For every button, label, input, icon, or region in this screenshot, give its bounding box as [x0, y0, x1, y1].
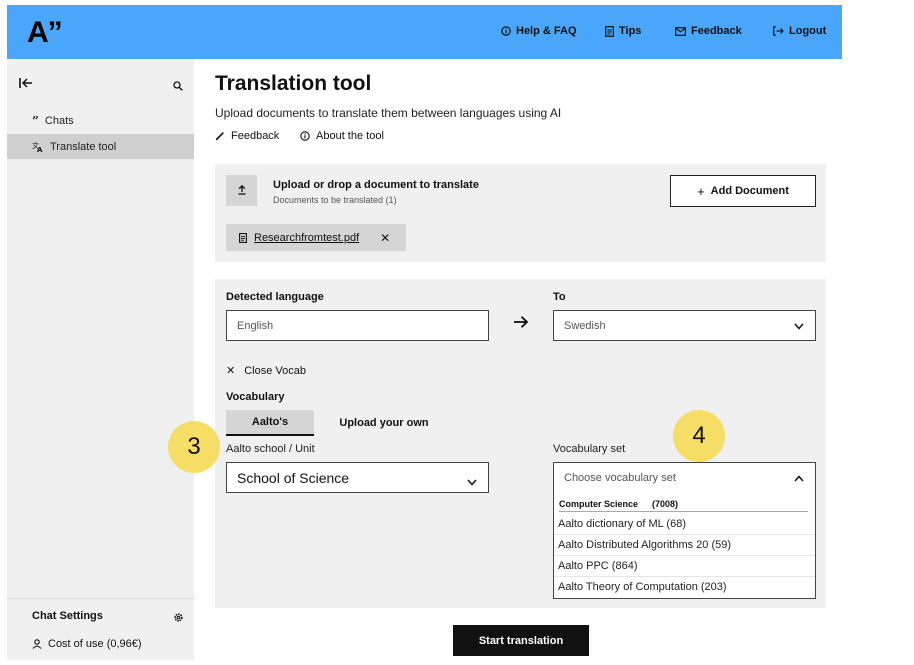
quote-icon: ” [32, 113, 39, 128]
close-vocab-button[interactable]: ✕ Close Vocab [226, 364, 306, 378]
dropdown-option[interactable]: Aalto Theory of Computation (203) [554, 576, 815, 597]
translate-icon: 文A [32, 141, 44, 152]
dropdown-group-header: Computer Science (7008) [559, 496, 808, 512]
close-icon: ✕ [226, 365, 236, 377]
vocabulary-label: Vocabulary [226, 391, 285, 403]
feedback-tool-link[interactable]: Feedback [215, 130, 279, 142]
school-unit-select[interactable]: School of Science [226, 462, 489, 493]
about-tool-label: About the tool [316, 130, 384, 142]
feedback-link[interactable]: Feedback [675, 25, 742, 37]
dropdown-option[interactable]: Aalto Distributed Algorithms 20 (59) [554, 534, 815, 555]
tips-label: Tips [619, 25, 642, 37]
sidebar-item-translate-tool[interactable]: 文A Translate tool [7, 134, 194, 159]
svg-text:A: A [37, 146, 43, 152]
translation-panel: Detected language English To Swedish ✕ C… [215, 279, 826, 608]
vocabulary-set-select[interactable]: Choose vocabulary set [553, 462, 816, 493]
file-name-link[interactable]: Researchfromtest.pdf [254, 232, 359, 244]
sidebar: ” Chats 文A Translate tool Chat Settings … [7, 59, 194, 660]
search-icon[interactable] [173, 78, 183, 96]
chat-settings-label: Chat Settings [32, 610, 103, 622]
tab-aalto-vocab[interactable]: Aalto's [226, 410, 314, 436]
upload-icon-box[interactable] [226, 175, 257, 206]
close-vocab-label: Close Vocab [244, 364, 306, 377]
help-faq-label: Help & FAQ [516, 25, 577, 37]
logout-label: Logout [789, 25, 827, 37]
mail-icon [675, 26, 686, 36]
annotation-badge-3: 3 [168, 421, 220, 473]
annotation-badge-4: 4 [673, 410, 725, 462]
vocabulary-dropdown-list: Computer Science (7008) Aalto dictionary… [553, 493, 816, 599]
to-language-select[interactable]: Swedish [553, 310, 816, 341]
tips-link[interactable]: Tips [605, 25, 641, 37]
detected-language-field[interactable]: English [226, 310, 489, 341]
user-icon [32, 639, 42, 649]
info-icon [300, 131, 310, 141]
sidebar-item-chats[interactable]: ” Chats [7, 108, 194, 133]
feedback-tool-label: Feedback [231, 130, 280, 142]
add-document-button[interactable]: + Add Document [670, 175, 816, 207]
start-translation-button[interactable]: Start translation [453, 625, 589, 656]
remove-file-icon[interactable]: ✕ [380, 231, 390, 245]
to-language-label: To [553, 291, 566, 303]
file-chip: Researchfromtest.pdf ✕ [226, 224, 406, 251]
logout-icon [773, 26, 784, 36]
school-unit-label: Aalto school / Unit [226, 443, 315, 455]
about-tool-link[interactable]: About the tool [300, 130, 384, 142]
page-subtitle: Upload documents to translate them betwe… [215, 106, 562, 120]
page-title: Translation tool [215, 72, 372, 95]
sidebar-divider [7, 598, 194, 599]
add-document-label: Add Document [710, 185, 789, 197]
vocabulary-set-placeholder: Choose vocabulary set [564, 472, 676, 484]
collapse-sidebar-icon[interactable] [19, 76, 33, 94]
sidebar-item-label: Translate tool [50, 140, 117, 153]
upload-subtitle: Documents to be translated (1) [273, 195, 397, 205]
group-name: Computer Science [559, 498, 639, 509]
logout-link[interactable]: Logout [773, 25, 826, 37]
help-faq-link[interactable]: Help & FAQ [501, 25, 577, 37]
aalto-logo[interactable]: A” [27, 16, 63, 50]
plus-icon: + [697, 183, 705, 199]
document-icon [239, 232, 247, 243]
dropdown-option[interactable]: Aalto PPC (864) [554, 555, 815, 576]
to-language-value: Swedish [564, 319, 606, 332]
info-icon [501, 26, 511, 36]
school-unit-value: School of Science [237, 469, 350, 486]
detected-language-label: Detected language [226, 291, 324, 303]
arrow-right-icon [513, 315, 529, 334]
feedback-label: Feedback [691, 25, 742, 37]
cost-label: Cost of use (0,96€) [48, 638, 142, 650]
cost-of-use: Cost of use (0,96€) [32, 638, 142, 650]
top-bar: A” Help & FAQ Tips Feedback Logout [7, 5, 842, 59]
upload-panel: Upload or drop a document to translate D… [215, 164, 826, 262]
upload-icon [237, 182, 247, 200]
settings-gear-icon[interactable] [173, 610, 184, 628]
document-icon [605, 25, 614, 37]
chevron-up-icon [794, 473, 804, 485]
vocabulary-set-label: Vocabulary set [553, 443, 626, 455]
upload-title: Upload or drop a document to translate [273, 179, 479, 191]
dropdown-option[interactable]: Aalto dictionary of ML (68) [554, 513, 815, 534]
chevron-down-icon [467, 473, 477, 489]
chevron-down-icon [794, 321, 804, 333]
group-count: (7008) [652, 498, 679, 509]
tab-upload-own[interactable]: Upload your own [324, 410, 444, 436]
sidebar-item-label: Chats [44, 114, 74, 127]
pencil-icon [215, 131, 225, 141]
